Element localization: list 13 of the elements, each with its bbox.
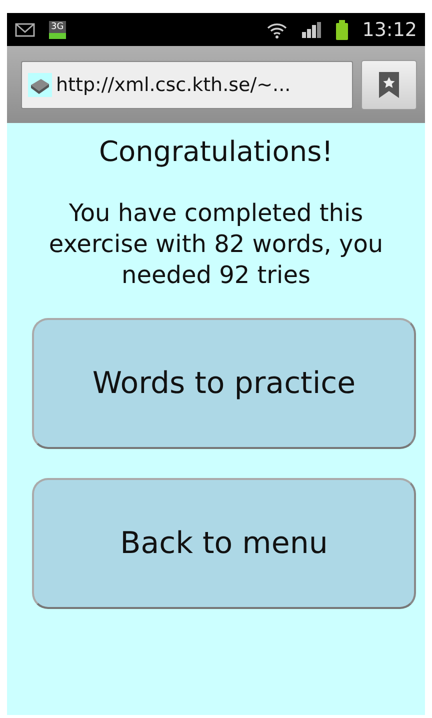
bookmark-star-icon [379, 72, 399, 98]
network-type-badge: 3G [49, 20, 66, 38]
menu-button[interactable]: Back to menu [32, 478, 416, 609]
mail-icon [15, 22, 35, 36]
signal-icon [302, 22, 322, 38]
bookmark-button[interactable] [361, 60, 417, 110]
address-field[interactable]: http://xml.csc.kth.se/~... [21, 60, 353, 108]
wifi-icon [266, 20, 288, 38]
result-message: You have completed this exercise with 82 words, you needed 92 tries [48, 198, 384, 292]
battery-icon [336, 20, 348, 40]
menu-button[interactable]: Words to practice [32, 318, 416, 449]
congratulations-heading: Congratulations! [99, 135, 333, 168]
status-time: 13:12 [362, 18, 417, 40]
